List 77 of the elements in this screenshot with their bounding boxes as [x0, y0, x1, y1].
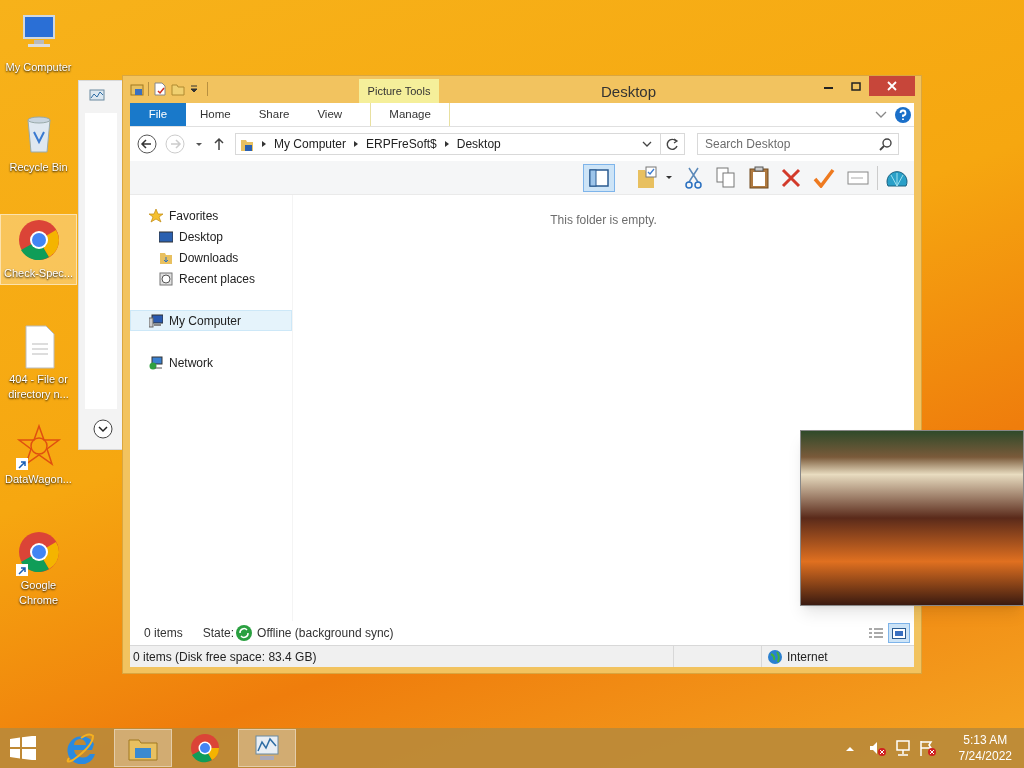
nav-item[interactable]: Network — [130, 352, 292, 373]
help-icon[interactable] — [895, 106, 911, 123]
nav-item[interactable]: Recent places — [130, 268, 292, 289]
desktop-icon — [159, 229, 173, 244]
star-icon — [149, 208, 163, 223]
nav-item[interactable]: Downloads — [130, 247, 292, 268]
cut-icon[interactable] — [685, 166, 702, 189]
folder-options-icon[interactable] — [637, 165, 657, 190]
caret-icon[interactable] — [665, 175, 673, 180]
search-field[interactable]: Search Desktop — [697, 133, 899, 155]
nav-item[interactable]: Favorites — [130, 205, 292, 226]
icon-label: Check-Spec... — [2, 266, 75, 281]
downloads-folder-icon — [159, 250, 173, 265]
icon-label: Recycle Bin — [8, 160, 69, 175]
breadcrumb-arrow-icon — [443, 140, 450, 148]
action-center-flag-icon[interactable] — [918, 739, 937, 757]
close-icon — [887, 81, 897, 91]
breadcrumb-arrow-icon — [261, 140, 267, 148]
properties-icon[interactable] — [153, 82, 167, 96]
chrome-icon — [189, 732, 221, 764]
maximize-icon — [850, 81, 861, 91]
large-icons-view-button[interactable] — [888, 623, 910, 643]
history-caret-icon[interactable] — [195, 141, 203, 147]
internet-explorer-icon — [65, 732, 97, 764]
empty-folder-message: This folder is empty. — [550, 212, 657, 229]
chevron-down-icon[interactable] — [93, 419, 113, 439]
taskbar-button[interactable] — [238, 729, 296, 767]
show-hidden-icons-icon[interactable] — [844, 744, 855, 752]
ribbon-tab[interactable]: Share — [244, 103, 304, 126]
ribbon-tab[interactable]: File — [130, 103, 186, 126]
sync-state: Offline (background sync) — [257, 625, 394, 642]
explorer-icon[interactable] — [130, 82, 144, 96]
copy-icon[interactable] — [716, 167, 735, 188]
chart-icon — [89, 89, 105, 103]
refresh-icon[interactable] — [666, 137, 679, 151]
close-button[interactable] — [869, 76, 915, 96]
delete-icon[interactable] — [781, 167, 801, 188]
large-icons-icon — [892, 627, 906, 639]
icon-label: 404 - File or directory n... — [7, 372, 70, 402]
item-count: 0 items — [144, 625, 183, 642]
checkmark-icon[interactable] — [813, 167, 835, 188]
state-label: State: — [202, 625, 235, 642]
sync-icon — [235, 624, 254, 642]
breadcrumb-arrow-icon — [353, 140, 360, 148]
ribbon-tab[interactable]: View — [303, 103, 357, 126]
contextual-tab-header: Picture Tools — [359, 79, 439, 103]
search-icon — [879, 138, 892, 151]
folder-icon — [240, 137, 254, 151]
nav-item[interactable]: Desktop — [130, 226, 292, 247]
preview-pane-button[interactable] — [583, 163, 615, 192]
ribbon-tab[interactable]: Manage — [370, 103, 451, 126]
address-bar[interactable]: My Computer ERPFreSoft$ Desktop — [235, 133, 685, 155]
window-title: Desktop — [601, 82, 657, 102]
icon-label: My Computer — [4, 60, 73, 75]
up-icon[interactable] — [213, 137, 225, 151]
breadcrumb[interactable]: ERPFreSoft$ — [366, 135, 437, 153]
status-text: 0 items (Disk free space: 83.4 GB) — [130, 646, 674, 667]
back-icon[interactable] — [137, 134, 157, 154]
network-icon[interactable] — [894, 739, 911, 757]
network-icon — [149, 355, 163, 370]
start-windows-icon[interactable] — [10, 736, 36, 760]
icon-label: Google Chrome — [17, 578, 60, 608]
customize-caret-icon[interactable] — [189, 83, 199, 95]
security-zone: Internet — [787, 648, 828, 666]
recent-places-icon — [159, 271, 173, 286]
ribbon-tab[interactable]: Home — [186, 103, 245, 126]
expand-ribbon-icon[interactable] — [875, 110, 887, 119]
icon-label: DataWagon... — [4, 472, 73, 487]
nav-item[interactable]: My Computer — [130, 310, 292, 331]
taskbar-button[interactable] — [114, 729, 172, 767]
breadcrumb[interactable]: Desktop — [456, 135, 501, 153]
computer-icon — [149, 313, 163, 328]
paste-icon[interactable] — [749, 166, 769, 189]
preview-pane-icon — [589, 168, 609, 187]
breadcrumb[interactable]: My Computer — [274, 135, 347, 153]
globe-icon — [768, 649, 782, 664]
dropdown-icon[interactable] — [642, 140, 652, 148]
